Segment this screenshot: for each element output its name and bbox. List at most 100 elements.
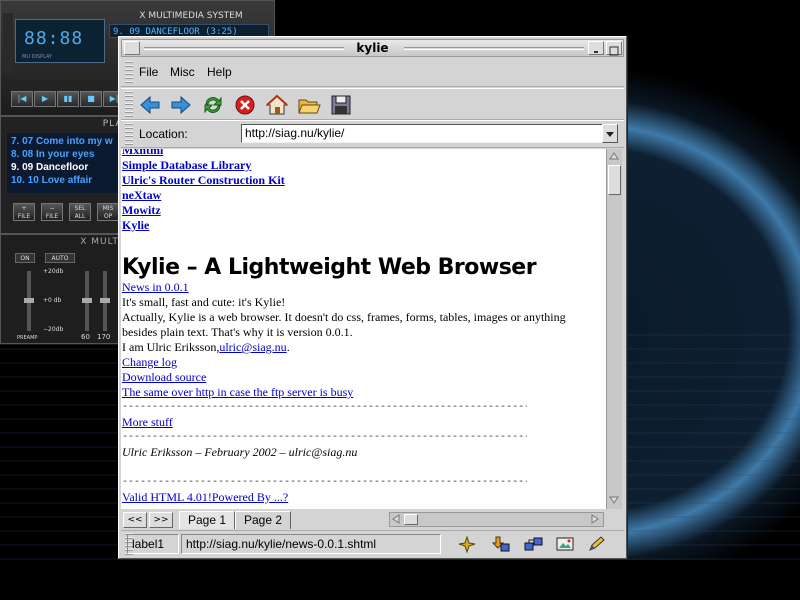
misc-options-button-label: OP <box>103 213 113 220</box>
select-all-button[interactable]: SEL ALL <box>69 203 91 221</box>
nav-link[interactable]: neXtaw <box>122 188 285 203</box>
status-icon-4[interactable] <box>555 535 575 553</box>
status-icon-5[interactable] <box>587 535 607 553</box>
vertical-scroll-thumb[interactable] <box>608 165 621 195</box>
status-icon-1[interactable] <box>457 535 477 554</box>
news-link[interactable]: News in 0.0.1 <box>122 280 602 295</box>
eq-on-toggle[interactable]: ON <box>15 253 35 263</box>
location-bar: Location: http://siag.nu/kylie/ <box>121 120 624 148</box>
pause-button[interactable]: ▮▮ <box>57 91 79 107</box>
tab-page-2[interactable]: Page 2 <box>235 511 292 529</box>
menu-help[interactable]: Help <box>207 65 232 79</box>
nav-link[interactable]: Ulric's Router Construction Kit <box>122 173 285 188</box>
scroll-right-icon[interactable] <box>589 513 601 525</box>
eq-auto-toggle[interactable]: AUTO <box>45 253 75 263</box>
eq-60-label: 60 <box>81 333 90 341</box>
xmms-time-display: 88:88 MU DISPLAY <box>15 19 105 63</box>
remove-file-button-label: FILE <box>45 213 59 220</box>
description-text: Actually, Kylie is a web browser. It doe… <box>122 310 566 339</box>
open-button[interactable] <box>296 92 322 118</box>
tab-page-1[interactable]: Page 1 <box>179 511 236 529</box>
back-arrow-icon <box>140 95 160 115</box>
menu-misc[interactable]: Misc <box>170 65 195 79</box>
image-icon <box>556 537 574 551</box>
scroll-up-icon[interactable] <box>607 149 621 163</box>
select-all-button-label: ALL <box>74 213 86 220</box>
intro-text: It's small, fast and cute: it's Kylie! <box>122 295 286 309</box>
tab-bar: << >> Page 1 Page 2 <box>121 510 624 530</box>
reload-button[interactable] <box>200 92 226 118</box>
network-icon <box>524 537 543 551</box>
mirror-link[interactable]: The same over http in case the ftp serve… <box>122 385 602 400</box>
eq-60-slider[interactable] <box>82 271 92 331</box>
location-dropdown-button[interactable] <box>602 124 618 143</box>
menubar-handle[interactable] <box>125 61 133 85</box>
nav-link[interactable]: Mowitz <box>122 203 285 218</box>
horizontal-rule: ----------------------------------------… <box>122 402 527 413</box>
stop-button[interactable]: ■ <box>80 91 102 107</box>
valid-html-link[interactable]: Valid HTML 4.01!Powered By ...? <box>122 490 602 505</box>
open-folder-icon <box>298 99 321 114</box>
toolbar-handle[interactable] <box>125 91 133 119</box>
more-stuff-link[interactable]: More stuff <box>122 415 602 430</box>
nav-links: Mxhtml Simple Database Library Ulric's R… <box>122 149 285 233</box>
play-button[interactable]: ▶ <box>34 91 56 107</box>
maximize-button[interactable] <box>606 41 622 56</box>
horizontal-rule: ----------------------------------------… <box>122 432 527 443</box>
stop-button[interactable] <box>232 92 258 118</box>
scroll-left-icon[interactable] <box>390 513 402 525</box>
home-button[interactable] <box>264 92 290 118</box>
xmms-side-icons[interactable] <box>3 13 13 73</box>
remove-file-button-top: − <box>49 205 55 212</box>
nav-link[interactable]: Kylie <box>122 218 285 233</box>
author-prefix: I am Ulric Eriksson, <box>122 340 220 354</box>
vertical-scrollbar[interactable] <box>606 149 622 509</box>
minimize-button[interactable] <box>588 41 604 55</box>
slider-knob[interactable] <box>100 298 110 303</box>
status-icon-3[interactable] <box>523 535 543 553</box>
toolbar <box>121 88 624 120</box>
back-button[interactable] <box>137 92 163 118</box>
author-line: I am Ulric Eriksson,ulric@siag.nu. <box>122 340 602 355</box>
slider-knob[interactable] <box>24 298 34 303</box>
next-tab-button[interactable]: >> <box>149 512 173 528</box>
previous-track-button[interactable]: |◀ <box>11 91 33 107</box>
location-label: Location: <box>139 127 188 141</box>
nav-link[interactable]: Mxhtml <box>122 149 285 158</box>
edit-pencil-icon <box>589 536 605 551</box>
sparkle-icon <box>458 535 476 554</box>
maximize-icon <box>609 46 619 56</box>
window-titlebar[interactable]: kylie <box>121 39 624 57</box>
scroll-down-icon[interactable] <box>607 493 621 507</box>
location-input[interactable]: http://siag.nu/kylie/ <box>241 124 603 143</box>
xmms-transport-controls: |◀ ▶ ▮▮ ■ ▶| <box>11 91 125 107</box>
slider-knob[interactable] <box>82 298 92 303</box>
add-file-button[interactable]: + FILE <box>13 203 35 221</box>
author-email-link[interactable]: ulric@siag.nu <box>219 340 286 354</box>
horizontal-scrollbar[interactable] <box>389 512 604 527</box>
signature: Ulric Eriksson – February 2002 – ulric@s… <box>122 445 358 459</box>
prev-tab-button[interactable]: << <box>123 512 147 528</box>
changelog-link[interactable]: Change log <box>122 355 602 370</box>
horizontal-scroll-thumb[interactable] <box>404 514 418 525</box>
preamp-label: PREAMP <box>17 335 38 341</box>
eq-170-label: 170 <box>97 333 111 341</box>
save-button[interactable] <box>328 92 354 118</box>
download-link[interactable]: Download source <box>122 370 602 385</box>
stop-icon <box>235 95 255 115</box>
eq-170-slider[interactable] <box>100 271 110 331</box>
page-body: News in 0.0.1 It's small, fast and cute:… <box>122 280 602 505</box>
status-url: http://siag.nu/kylie/news-0.0.1.shtml <box>181 534 441 554</box>
misc-options-button[interactable]: MIS OP <box>97 203 119 221</box>
menu-file[interactable]: File <box>139 65 158 79</box>
forward-button[interactable] <box>168 92 194 118</box>
misc-options-button-top: MIS <box>102 205 114 212</box>
status-icon-2[interactable] <box>491 535 511 553</box>
nav-link[interactable]: Simple Database Library <box>122 158 285 173</box>
remove-file-button[interactable]: − FILE <box>41 203 63 221</box>
page-content: Mxhtml Simple Database Library Ulric's R… <box>121 149 606 509</box>
locationbar-handle[interactable] <box>125 123 133 147</box>
author-suffix: . <box>286 340 290 354</box>
preamp-slider[interactable] <box>24 271 34 331</box>
